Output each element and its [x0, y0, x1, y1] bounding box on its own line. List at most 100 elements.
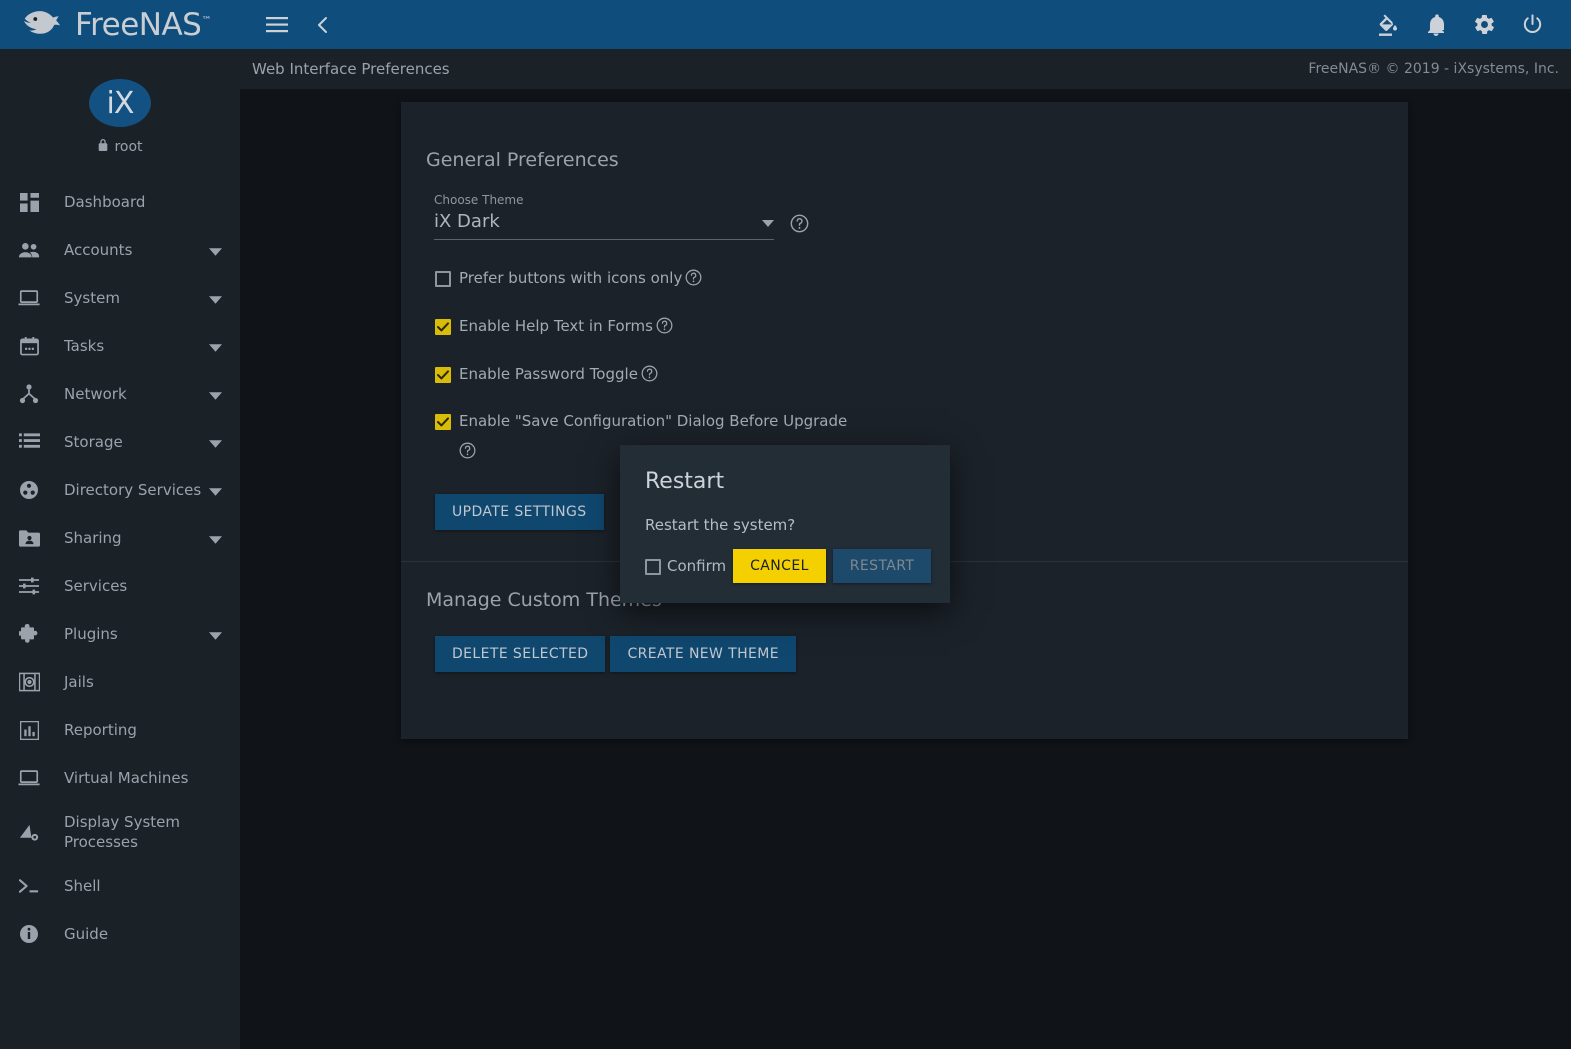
username-row: root — [0, 138, 240, 156]
checkbox-label-text: Prefer buttons with icons only — [459, 269, 683, 287]
chevron-down-icon[interactable] — [209, 289, 222, 308]
dashboard-icon — [14, 192, 44, 212]
jails-icon — [14, 672, 44, 692]
sliders-icon — [14, 577, 44, 595]
prefer-icons-label: Prefer buttons with icons only — [459, 269, 702, 288]
sidebar-item-label: Services — [64, 576, 128, 595]
theme-select-wrapper[interactable]: Choose Theme iX Dark — [434, 193, 774, 240]
puzzle-piece-icon — [14, 624, 44, 644]
update-settings-button[interactable]: UPDATE SETTINGS — [435, 494, 604, 530]
avatar[interactable]: iX — [89, 79, 151, 127]
checkbox-row-prefer-icons: Prefer buttons with icons only — [435, 269, 995, 288]
sidebar-nav: Dashboard Accounts System Tasks Network … — [0, 178, 240, 958]
confirm-checkbox-wrapper[interactable]: Confirm — [645, 557, 726, 575]
chevron-down-icon[interactable] — [209, 433, 222, 452]
chevron-down-icon[interactable] — [209, 241, 222, 260]
monitor-icon — [14, 769, 44, 787]
sidebar-item-services[interactable]: Services — [0, 562, 240, 610]
brand-name-text: FreeNAS — [75, 6, 202, 43]
chevron-down-icon[interactable] — [762, 212, 774, 231]
directory-services-icon — [14, 480, 44, 500]
create-new-theme-button[interactable]: CREATE NEW THEME — [610, 636, 797, 672]
sidebar-item-plugins[interactable]: Plugins — [0, 610, 240, 658]
brand-name: FreeNAS™ — [75, 7, 211, 43]
brand-logo-area[interactable]: FreeNAS™ — [0, 0, 240, 49]
cancel-button[interactable]: CANCEL — [733, 549, 826, 583]
restart-dialog: Restart Restart the system? Confirm CANC… — [620, 445, 950, 603]
dialog-message: Restart the system? — [645, 516, 796, 534]
choose-theme-label: Choose Theme — [434, 193, 524, 207]
confirm-label: Confirm — [667, 557, 727, 575]
hamburger-menu-icon[interactable] — [260, 8, 294, 42]
chevron-down-icon[interactable] — [209, 625, 222, 644]
help-text-label: Enable Help Text in Forms — [459, 317, 673, 336]
sidebar-item-label: Accounts — [64, 240, 133, 259]
delete-selected-button[interactable]: DELETE SELECTED — [435, 636, 606, 672]
gear-icon[interactable] — [1467, 8, 1501, 42]
sidebar-item-system[interactable]: System — [0, 274, 240, 322]
sidebar-item-label: Directory Services — [64, 480, 202, 499]
prefer-icons-checkbox[interactable] — [435, 271, 451, 287]
freenas-shark-logo-icon — [22, 8, 66, 42]
sidebar-item-label: Sharing — [64, 528, 122, 547]
dialog-title: Restart — [645, 469, 725, 494]
sidebar-item-label: System — [64, 288, 120, 307]
general-preferences-title: General Preferences — [426, 149, 619, 171]
password-toggle-checkbox[interactable] — [435, 366, 451, 383]
sidebar-item-network[interactable]: Network — [0, 370, 240, 418]
username-label: root — [114, 139, 143, 155]
bell-icon[interactable] — [1419, 8, 1453, 42]
terminal-prompt-icon — [14, 878, 44, 894]
sidebar-item-sharing[interactable]: Sharing — [0, 514, 240, 562]
chevron-down-icon[interactable] — [209, 529, 222, 548]
storage-list-icon — [14, 433, 44, 451]
sidebar-item-label: Jails — [64, 672, 94, 691]
sidebar-item-tasks[interactable]: Tasks — [0, 322, 240, 370]
help-text-checkbox[interactable] — [435, 318, 451, 335]
laptop-icon — [14, 289, 44, 307]
checkbox-label-text: Enable "Save Configuration" Dialog Befor… — [459, 412, 848, 431]
chevron-left-icon[interactable] — [306, 8, 340, 42]
choose-theme-field: Choose Theme iX Dark — [434, 193, 1408, 240]
sidebar-item-jails[interactable]: Jails — [0, 658, 240, 706]
sidebar-item-guide[interactable]: Guide — [0, 910, 240, 958]
sidebar-item-virtual-machines[interactable]: Virtual Machines — [0, 754, 240, 802]
network-icon — [14, 384, 44, 404]
restart-button[interactable]: RESTART — [832, 549, 932, 583]
chevron-down-icon[interactable] — [209, 481, 222, 500]
sidebar-item-storage[interactable]: Storage — [0, 418, 240, 466]
sidebar-item-label: Dashboard — [64, 192, 146, 211]
top-bar: FreeNAS™ — [0, 0, 1571, 49]
help-circle-icon[interactable] — [656, 317, 673, 334]
sidebar-item-reporting[interactable]: Reporting — [0, 706, 240, 754]
help-circle-icon[interactable] — [641, 365, 658, 382]
sidebar-item-label: Shell — [64, 876, 101, 895]
power-icon[interactable] — [1515, 8, 1549, 42]
sidebar-item-shell[interactable]: Shell — [0, 862, 240, 910]
confirm-checkbox[interactable] — [645, 559, 661, 575]
calendar-icon — [14, 336, 44, 356]
chevron-down-icon[interactable] — [209, 337, 222, 356]
help-circle-icon[interactable] — [685, 269, 702, 286]
paint-bucket-icon[interactable] — [1371, 8, 1405, 42]
sidebar-item-directory-services[interactable]: Directory Services — [0, 466, 240, 514]
processes-icon — [14, 822, 44, 842]
brand-trademark: ™ — [201, 15, 211, 27]
folder-share-icon — [14, 529, 44, 547]
help-circle-icon[interactable] — [790, 214, 809, 237]
page-subheader: Web Interface Preferences FreeNAS® © 201… — [240, 49, 1571, 89]
sidebar-item-display-system-processes[interactable]: Display System Processes — [0, 802, 240, 862]
checkbox-row-help-text: Enable Help Text in Forms — [435, 317, 995, 336]
theme-select[interactable]: iX Dark — [434, 211, 774, 240]
theme-select-value: iX Dark — [434, 211, 500, 232]
sidebar-item-label: Virtual Machines — [64, 768, 189, 787]
preferences-card: General Preferences Choose Theme iX Dark… — [401, 102, 1408, 739]
checkbox-label-text: Enable Password Toggle — [459, 364, 638, 383]
dialog-actions: Confirm CANCEL RESTART — [620, 534, 950, 583]
sidebar-item-dashboard[interactable]: Dashboard — [0, 178, 240, 226]
sidebar-item-accounts[interactable]: Accounts — [0, 226, 240, 274]
checkbox-row-password-toggle: Enable Password Toggle — [435, 365, 995, 384]
chevron-down-icon[interactable] — [209, 385, 222, 404]
lock-icon — [97, 138, 109, 156]
save-config-dialog-checkbox[interactable] — [435, 414, 451, 431]
